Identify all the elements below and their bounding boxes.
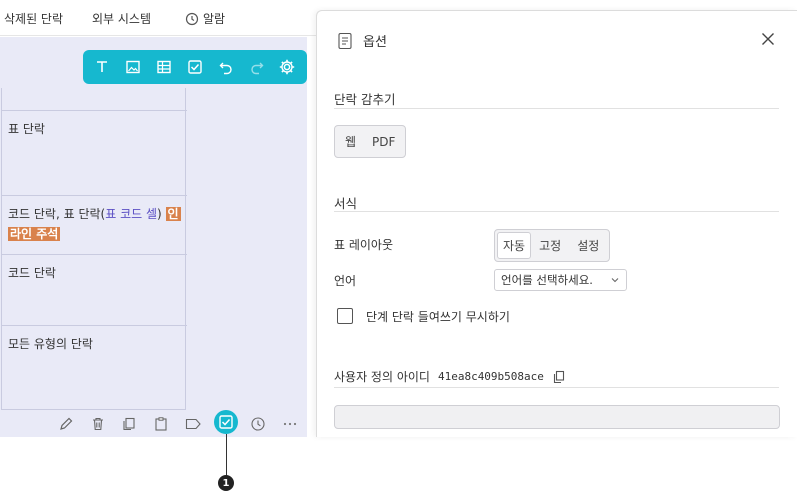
- language-select[interactable]: 언어를 선택하세요.: [494, 269, 627, 291]
- ignore-indent-label: 단계 단락 들여쓰기 무시하기: [366, 310, 510, 324]
- hide-web-toggle[interactable]: 웹: [337, 128, 364, 155]
- table-layout-custom[interactable]: 설정: [569, 232, 607, 259]
- custom-id-label: 사용자 정의 아이디: [334, 370, 430, 384]
- table-layout-auto[interactable]: 자동: [497, 232, 532, 259]
- settings-icon[interactable]: [276, 56, 298, 78]
- hide-pdf-toggle[interactable]: PDF: [364, 130, 403, 154]
- callout-badge: 1: [218, 475, 234, 491]
- block-text-code-cell: 표 코드 셀: [105, 207, 158, 221]
- clipboard-icon[interactable]: [152, 415, 170, 433]
- inline-comment-highlight-2: 라인 주석: [8, 227, 61, 241]
- trash-icon[interactable]: [89, 415, 107, 433]
- divider: [334, 108, 779, 109]
- image-icon[interactable]: [122, 56, 144, 78]
- divider: [334, 211, 779, 212]
- callout-line: [226, 434, 227, 476]
- block-toolbar: [83, 50, 307, 84]
- ignore-indent-checkbox[interactable]: [337, 308, 353, 324]
- text-icon[interactable]: [91, 56, 113, 78]
- language-label: 언어: [334, 274, 357, 288]
- close-icon[interactable]: [760, 31, 776, 47]
- block-code-table-inline[interactable]: 코드 단락, 표 단락(표 코드 셀) 인라인 주석: [2, 195, 187, 255]
- format-section-title: 서식: [334, 196, 358, 211]
- label-icon[interactable]: [184, 415, 202, 433]
- hide-toggle-group: 웹 PDF: [334, 125, 407, 158]
- divider: [334, 387, 779, 388]
- inline-comment-highlight: 인: [165, 207, 181, 221]
- panel-title: 옵션: [363, 35, 387, 50]
- table-layout-fixed[interactable]: 고정: [531, 232, 569, 259]
- block-all-types[interactable]: 모든 유형의 단락: [2, 325, 187, 410]
- block-list: 표 단락 코드 단락, 표 단락(표 코드 셀) 인라인 주석 코드 단락 모든…: [1, 88, 187, 410]
- block-table[interactable]: 표 단락: [2, 110, 187, 196]
- alarm-clock-icon: [185, 12, 199, 25]
- alarm-label: 알람: [203, 12, 226, 26]
- redo-icon[interactable]: [246, 56, 268, 78]
- document-area: 표 단락 코드 단락, 표 단락(표 코드 셀) 인라인 주석 코드 단락 모든…: [0, 37, 307, 437]
- custom-id-row: 사용자 정의 아이디 41ea8c409b508ace: [334, 368, 566, 385]
- block-label: 표 단락: [8, 122, 45, 136]
- hide-section-title: 단락 감추기: [334, 92, 396, 107]
- copy-icon[interactable]: [120, 415, 138, 433]
- table-layout-label: 표 레이아웃: [334, 238, 394, 252]
- block-text-suffix: ): [157, 207, 166, 221]
- options-panel: 옵션 단락 감추기 웹 PDF 서식 표 레이아웃 자동 고정 설정 언어 언어…: [316, 10, 797, 437]
- document-icon: [338, 32, 352, 49]
- table-layout-segmented: 자동 고정 설정: [494, 229, 611, 262]
- clock-icon[interactable]: [249, 415, 267, 433]
- block-action-bar: [0, 410, 307, 437]
- language-select-value: 언어를 선택하세요.: [501, 273, 593, 287]
- nav-external-system[interactable]: 외부 시스템: [92, 10, 151, 27]
- checkbox-icon-active[interactable]: [214, 410, 238, 434]
- pencil-icon[interactable]: [57, 415, 75, 433]
- top-navigation: 삭제된 단락 외부 시스템 알람: [0, 0, 330, 36]
- custom-id-input[interactable]: [334, 405, 780, 429]
- nav-alarm[interactable]: 알람: [185, 10, 225, 27]
- block-label: 코드 단락: [8, 266, 56, 280]
- block-code[interactable]: 코드 단락: [2, 254, 187, 326]
- table-icon[interactable]: [153, 56, 175, 78]
- copy-icon[interactable]: [552, 370, 566, 384]
- block-text-prefix: 코드 단락, 표 단락(: [8, 207, 106, 221]
- undo-icon[interactable]: [215, 56, 237, 78]
- custom-id-value: 41ea8c409b508ace: [437, 370, 544, 383]
- checkbox-icon[interactable]: [184, 56, 206, 78]
- chevron-down-icon: [611, 278, 619, 283]
- block-label: 모든 유형의 단락: [8, 337, 93, 351]
- nav-deleted-blocks[interactable]: 삭제된 단락: [4, 10, 63, 27]
- panel-header: 옵션: [337, 31, 387, 50]
- more-icon[interactable]: [281, 415, 299, 433]
